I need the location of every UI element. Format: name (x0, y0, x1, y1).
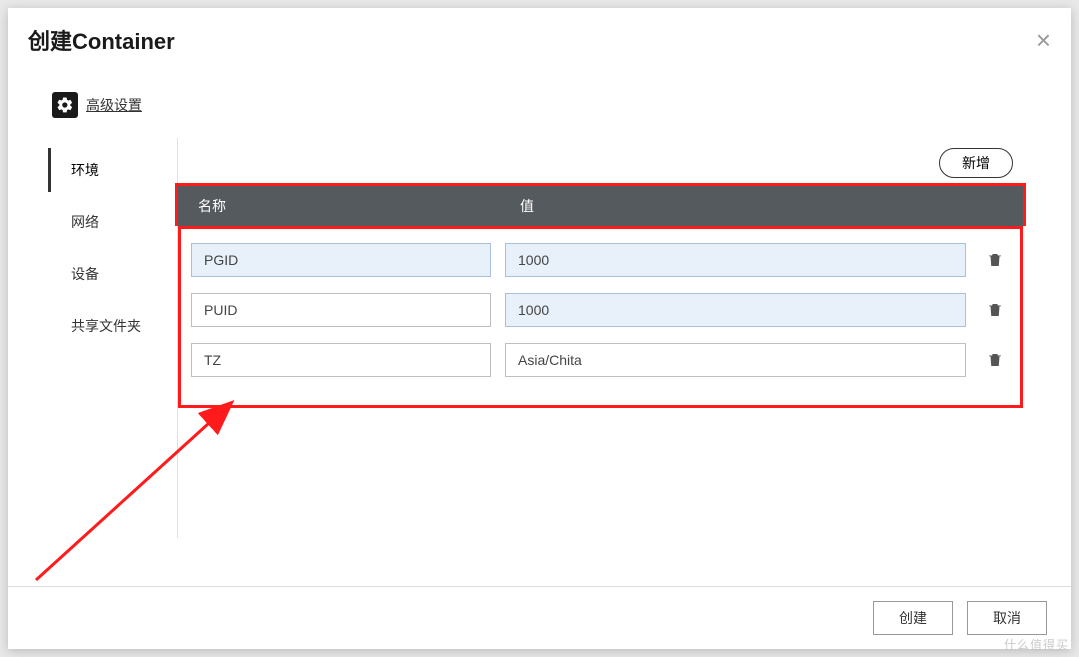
delete-row-icon[interactable] (980, 301, 1010, 319)
advanced-settings-row: 高级设置 (48, 72, 1023, 138)
content-split: 环境 网络 设备 共享文件夹 新增 (48, 138, 1023, 538)
sidebar-item-device[interactable]: 设备 (48, 252, 177, 296)
env-name-input[interactable] (191, 243, 491, 277)
create-container-dialog: 创建Container × 高级设置 环境 网络 (8, 8, 1071, 649)
sidebar-item-environment[interactable]: 环境 (48, 148, 177, 192)
env-table-header: 名称 值 (175, 183, 1026, 226)
gear-icon (52, 92, 78, 118)
dialog-body: 高级设置 环境 网络 设备 共享文件夹 (8, 72, 1071, 586)
sidebar-item-label: 设备 (71, 266, 99, 282)
create-button[interactable]: 创建 (873, 601, 953, 635)
sidebar-item-label: 网络 (71, 214, 99, 230)
close-icon[interactable]: × (1036, 27, 1051, 53)
add-button-row: 新增 (178, 148, 1023, 178)
sidebar-item-shared-folder[interactable]: 共享文件夹 (48, 304, 177, 348)
dialog-header: 创建Container × (8, 8, 1071, 72)
add-button[interactable]: 新增 (939, 148, 1013, 178)
env-value-input[interactable] (505, 243, 966, 277)
env-name-input[interactable] (191, 343, 491, 377)
env-value-input[interactable] (505, 293, 966, 327)
env-table-body-wrap (178, 226, 1023, 408)
env-table-body (181, 229, 1020, 405)
env-row (191, 335, 1010, 385)
cancel-button[interactable]: 取消 (967, 601, 1047, 635)
main-panel: 新增 名称 值 (178, 138, 1023, 538)
env-value-input[interactable] (505, 343, 966, 377)
sidebar-item-label: 环境 (71, 162, 99, 178)
scroll-area[interactable]: 高级设置 环境 网络 设备 共享文件夹 (48, 72, 1031, 576)
sidebar: 环境 网络 设备 共享文件夹 (48, 138, 178, 538)
env-name-input[interactable] (191, 293, 491, 327)
env-row (191, 235, 1010, 285)
dialog-footer: 创建 取消 (8, 586, 1071, 649)
dialog-title: 创建Container (28, 24, 175, 56)
sidebar-item-label: 共享文件夹 (71, 318, 141, 334)
col-header-name: 名称 (192, 196, 510, 216)
env-row (191, 285, 1010, 335)
advanced-settings-link[interactable]: 高级设置 (86, 95, 142, 115)
col-header-value: 值 (510, 196, 1009, 216)
delete-row-icon[interactable] (980, 351, 1010, 369)
delete-row-icon[interactable] (980, 251, 1010, 269)
sidebar-item-network[interactable]: 网络 (48, 200, 177, 244)
